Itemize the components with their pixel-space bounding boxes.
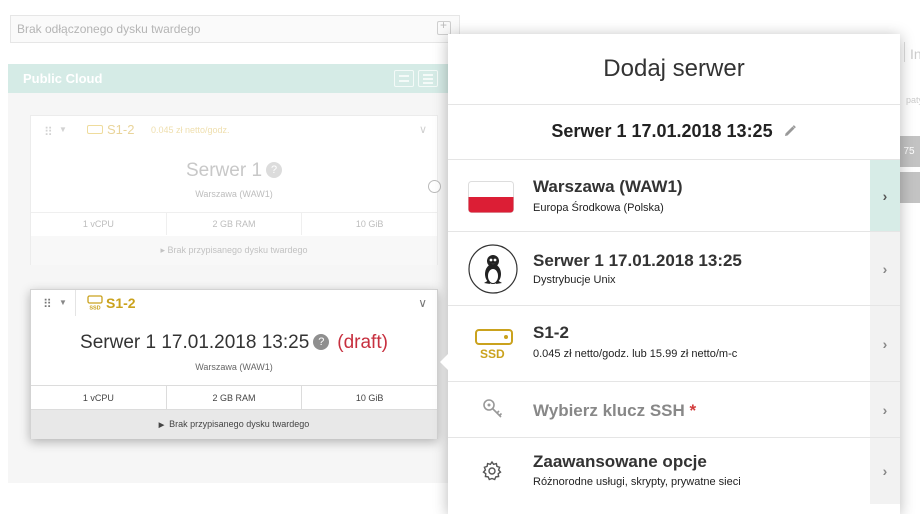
row-os-arrow[interactable]: › — [870, 232, 900, 305]
ghost-server-name: Serwer 1? — [31, 160, 437, 182]
row-location-arrow[interactable]: › — [870, 160, 900, 231]
server-disk[interactable]: ▶ Brak przypisanego dysku twardego — [31, 409, 437, 439]
list-view-icon[interactable] — [418, 70, 438, 87]
server-title: Serwer 1 17.01.2018 13:25? (draft) — [31, 332, 437, 354]
row-location[interactable]: Warszawa (WAW1) Europa Środkowa (Polska)… — [448, 159, 900, 231]
chevron-down-icon: ∨ — [418, 124, 427, 136]
key-icon — [482, 398, 504, 427]
server-name: Serwer 1 17.01.2018 13:25 — [80, 332, 310, 353]
public-cloud-title: Public Cloud — [23, 71, 103, 86]
edge-badge: 75 — [898, 136, 920, 167]
connection-node[interactable] — [428, 180, 441, 193]
edge-text: In — [910, 46, 920, 62]
ghost-ram: 2 GB RAM — [167, 213, 303, 235]
public-cloud-header: Public Cloud — [8, 64, 460, 93]
ghost-specs: 1 vCPU 2 GB RAM 10 GiB — [31, 212, 437, 235]
divider — [75, 290, 76, 316]
server-plan: S1-2 — [106, 295, 136, 311]
grid-view-icon[interactable] — [394, 70, 414, 87]
add-disk-icon[interactable] — [437, 18, 451, 35]
row-plan-sub: 0.045 zł netto/godz. lub 15.99 zł netto/… — [533, 348, 738, 360]
triangle-right-icon: ▶ — [158, 422, 165, 429]
row-os-sub: Dystrybucje Unix — [533, 274, 616, 286]
row-advanced[interactable]: Zaawansowane opcje Różnorodne usługi, sk… — [448, 437, 900, 504]
row-ssh-key-main: Wybierz klucz SSH * — [533, 401, 696, 421]
ghost-location: Warszawa (WAW1) — [195, 189, 273, 199]
ghost-price: 0.045 zł netto/godz. — [151, 125, 230, 135]
row-ssh-key-arrow[interactable]: › — [870, 382, 900, 437]
add-server-dialog: Dodaj serwer Serwer 1 17.01.2018 13:25 W… — [448, 34, 900, 514]
ghost-cpu: 1 vCPU — [31, 213, 167, 235]
chevron-down-icon[interactable]: ∨ — [418, 296, 427, 310]
ghost-server-name-text: Serwer 1 — [185, 160, 263, 181]
server-ram: 2 GB RAM — [167, 386, 303, 409]
ssd-icon — [87, 125, 103, 134]
dialog-pointer — [440, 353, 449, 371]
draft-badge: (draft) — [337, 332, 388, 353]
row-plan-main: S1-2 — [533, 323, 569, 342]
ghost-storage: 10 GiB — [355, 219, 384, 229]
row-os[interactable]: Serwer 1 17.01.2018 13:25 Dystrybucje Un… — [448, 231, 900, 305]
help-icon: ? — [266, 162, 283, 178]
ghost-disk-label: Brak przypisanego dysku twardego — [167, 245, 308, 255]
caret-down-icon: ▼ — [59, 125, 67, 134]
ghost-plan: S1-2 — [107, 122, 135, 137]
server-disk-label: Brak przypisanego dysku twardego — [169, 419, 310, 429]
server-storage: 10 GiB — [355, 393, 384, 403]
row-plan[interactable]: SSD S1-2 0.045 zł netto/godz. lub 15.99 … — [448, 305, 900, 381]
server-card[interactable]: ⠿ ▼ SSD S1-2 ∨ Serwer 1 17.01.2018 13:25… — [30, 289, 438, 439]
row-os-main: Serwer 1 17.01.2018 13:25 — [533, 251, 742, 270]
help-icon[interactable]: ? — [313, 334, 330, 350]
ghost-server-card: ⠿ ▼ S1-2 0.045 zł netto/godz. ∨ Serwer 1… — [30, 115, 438, 265]
row-advanced-arrow[interactable]: › — [870, 438, 900, 504]
server-specs: 1 vCPU 2 GB RAM 10 GiB — [31, 385, 437, 409]
row-location-sub: Europa Środkowa (Polska) — [533, 202, 664, 214]
caret-down-icon[interactable]: ▼ — [59, 298, 67, 307]
row-advanced-main: Zaawansowane opcje — [533, 452, 707, 471]
detached-disk-bar[interactable]: Brak odłączonego dysku twardego — [10, 15, 460, 43]
detached-disk-label: Brak odłączonego dysku twardego — [17, 22, 201, 36]
drag-handle-icon: ⠿ — [44, 125, 53, 139]
required-marker: * — [689, 401, 697, 420]
linux-tux-icon — [468, 244, 518, 299]
ssd-icon-label: SSD — [480, 347, 505, 361]
row-ssh-key[interactable]: Wybierz klucz SSH * › — [448, 381, 900, 437]
page: Brak odłączonego dysku twardego Public C… — [0, 0, 920, 514]
ssd-icon: SSD — [87, 295, 103, 316]
row-location-main: Warszawa (WAW1) — [533, 177, 683, 196]
drag-handle-icon[interactable]: ⠿ — [43, 297, 52, 311]
edge-small-text: paty — [906, 95, 920, 105]
gear-icon — [481, 460, 503, 487]
edge-divider — [904, 42, 905, 62]
row-advanced-sub: Różnorodne usługi, skrypty, prywatne sie… — [533, 476, 741, 488]
row-plan-arrow[interactable]: › — [870, 306, 900, 381]
svg-text:SSD: SSD — [89, 306, 100, 312]
server-name-text: Serwer 1 17.01.2018 13:25 — [551, 121, 773, 141]
ghost-disk: ▸ Brak przypisanego dysku twardego — [31, 236, 437, 265]
server-cpu: 1 vCPU — [31, 386, 167, 409]
edge-badge-2 — [898, 172, 920, 203]
pencil-icon[interactable] — [783, 106, 797, 159]
poland-flag-icon — [468, 181, 514, 218]
server-location: Warszawa (WAW1) — [195, 362, 273, 372]
server-name-heading: Serwer 1 17.01.2018 13:25 — [448, 104, 900, 159]
row-ssh-key-label: Wybierz klucz SSH — [533, 401, 685, 420]
dialog-title: Dodaj serwer — [603, 55, 745, 82]
